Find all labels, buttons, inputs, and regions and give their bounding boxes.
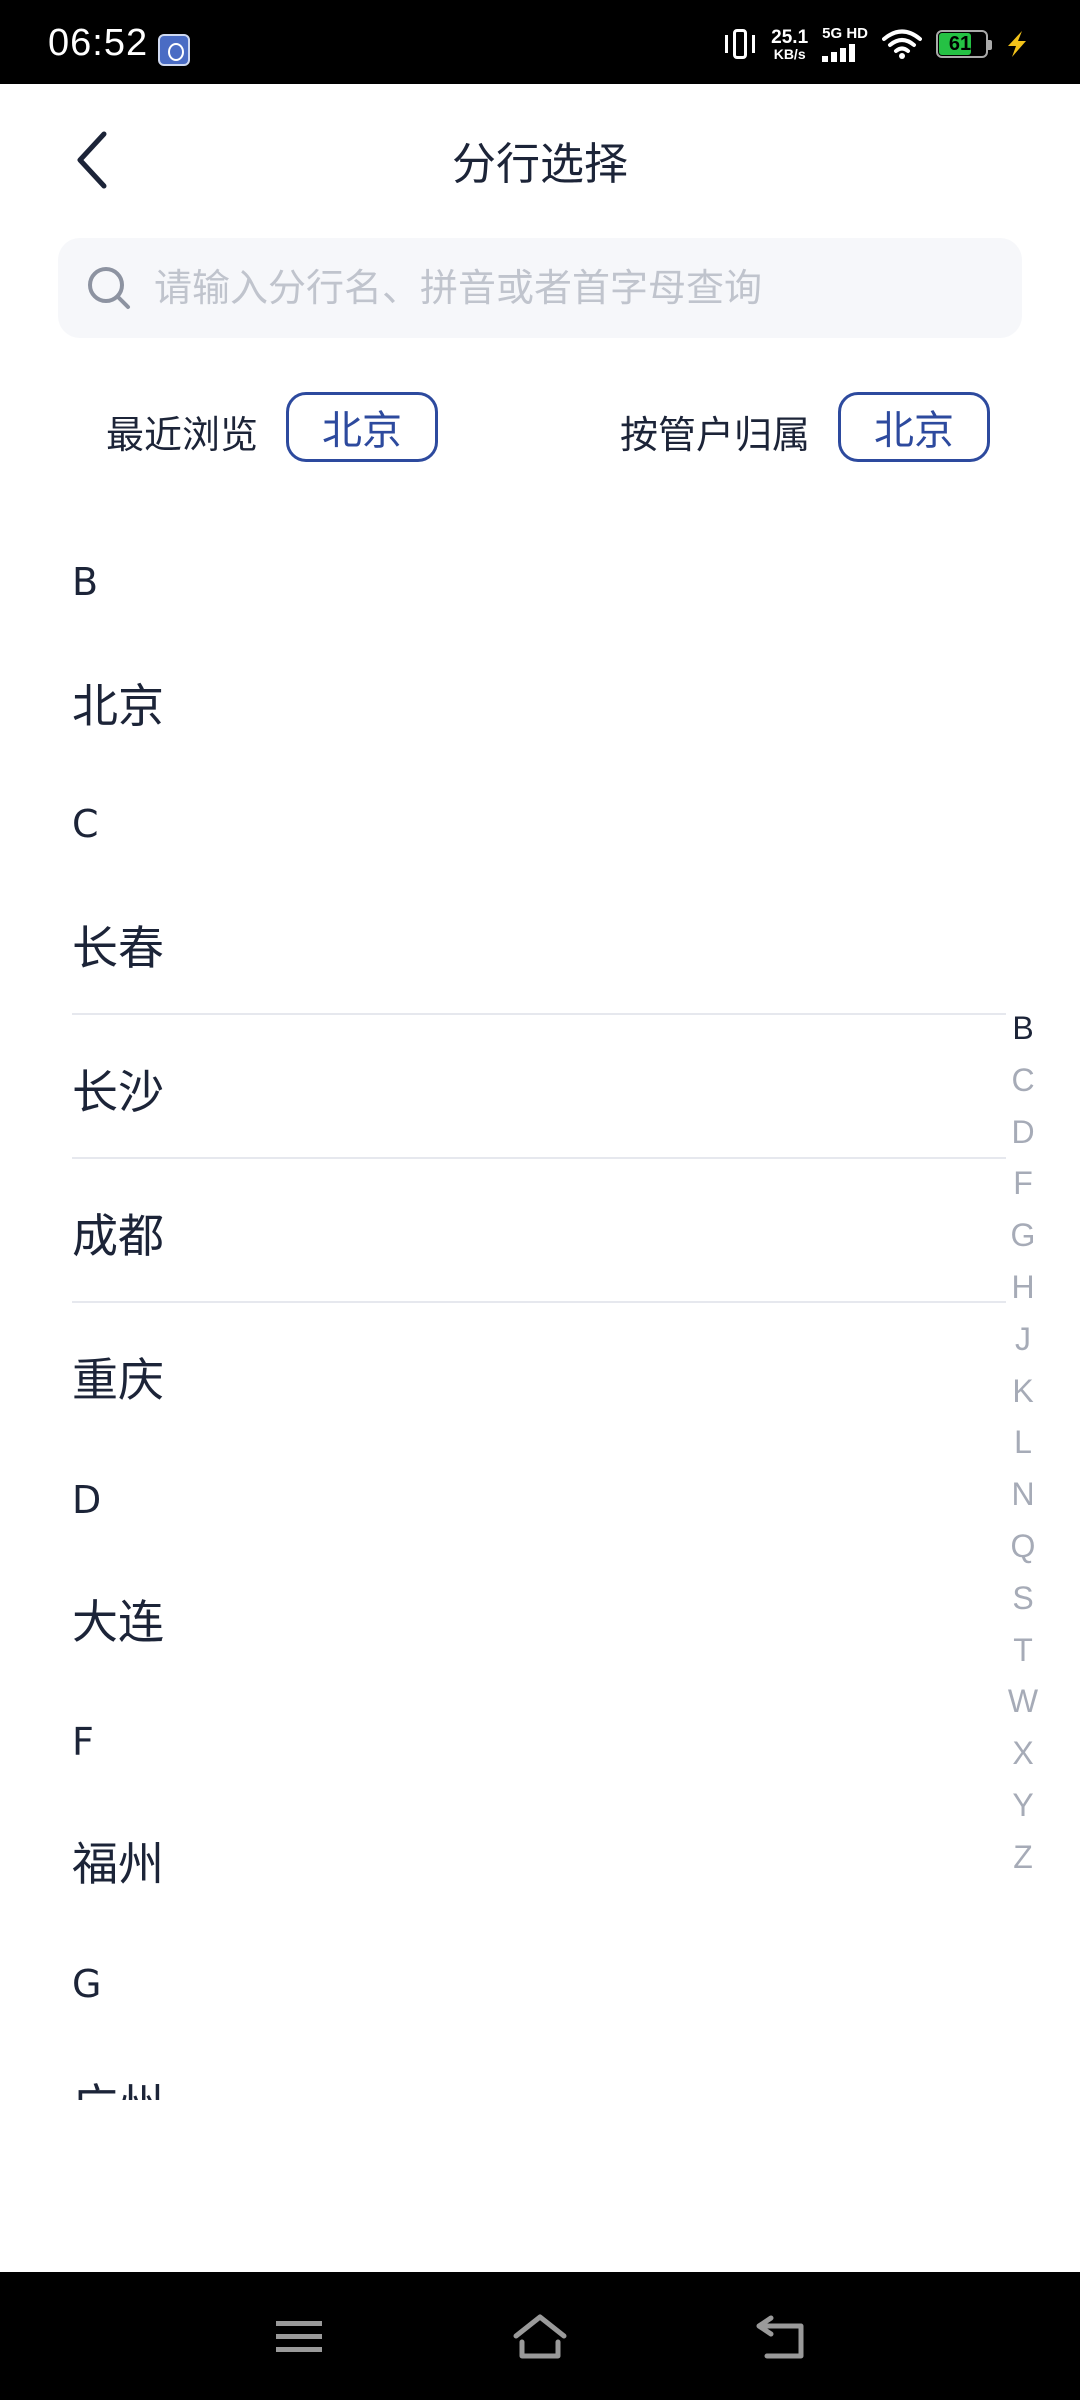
app-notification-icon [158, 34, 190, 66]
list-item[interactable]: 福州 [72, 1828, 164, 1894]
divider [72, 1301, 1006, 1303]
divider [72, 1013, 1006, 1015]
wifi-icon [882, 29, 922, 59]
index-letter-w[interactable]: W [998, 1675, 1048, 1727]
signal-icon: 5G HD [822, 26, 868, 62]
search-icon [88, 267, 130, 309]
return-icon [756, 2315, 804, 2359]
index-letter-q[interactable]: Q [998, 1520, 1048, 1572]
network-speed-unit: KB/s [773, 45, 806, 62]
index-letter-y[interactable]: Y [998, 1779, 1048, 1831]
section-header-g: G [72, 1962, 102, 2006]
list-item[interactable]: 成都 [72, 1200, 164, 1266]
page-title: 分行选择 [452, 139, 628, 190]
back-nav-button[interactable] [746, 2302, 816, 2372]
index-letter-d[interactable]: D [998, 1106, 1048, 1158]
search-box[interactable] [58, 238, 1022, 338]
list-item[interactable]: 长沙 [72, 1056, 164, 1122]
search-input[interactable] [154, 266, 1022, 310]
status-time: 06:52 [48, 22, 149, 64]
index-letter-z[interactable]: Z [998, 1831, 1048, 1883]
network-speed: 25.1 KB/s [771, 28, 808, 61]
divider [72, 1157, 1006, 1159]
index-letter-k[interactable]: K [998, 1365, 1048, 1417]
alphabet-index[interactable]: B C D F G H J K L N Q S T W X Y Z [998, 1002, 1048, 1883]
status-indicators: 25.1 KB/s 5G HD 61 [723, 24, 1032, 64]
index-letter-l[interactable]: L [998, 1416, 1048, 1468]
vibrate-icon [723, 27, 757, 61]
section-header-b: B [72, 560, 99, 604]
index-letter-h[interactable]: H [998, 1261, 1048, 1313]
index-letter-s[interactable]: S [998, 1572, 1048, 1624]
index-letter-b[interactable]: B [998, 1002, 1048, 1054]
owner-chip[interactable]: 北京 [838, 392, 990, 462]
index-letter-j[interactable]: J [998, 1313, 1048, 1365]
network-speed-value: 25.1 [771, 26, 809, 48]
section-header-d: D [72, 1478, 102, 1522]
recent-label: 最近浏览 [106, 413, 259, 457]
owner-label: 按管户归属 [620, 413, 811, 457]
list-item[interactable]: 重庆 [72, 1344, 164, 1410]
menu-button[interactable] [264, 2302, 334, 2372]
index-letter-n[interactable]: N [998, 1468, 1048, 1520]
home-icon [513, 2314, 567, 2359]
index-letter-c[interactable]: C [998, 1054, 1048, 1106]
list-item[interactable]: 广州 [72, 2070, 164, 2100]
menu-icon [276, 2321, 322, 2352]
battery-level: 61 [948, 33, 972, 55]
list-item[interactable]: 北京 [72, 670, 164, 736]
battery-icon: 61 [936, 30, 992, 58]
index-letter-f[interactable]: F [998, 1157, 1048, 1209]
index-letter-g[interactable]: G [998, 1209, 1048, 1261]
network-type-label: 5G HD [822, 25, 868, 42]
list-item[interactable]: 长春 [72, 912, 164, 978]
quick-filters: 最近浏览 北京 按管户归属 北京 [0, 392, 1080, 468]
recent-chip[interactable]: 北京 [286, 392, 438, 462]
charging-icon [1008, 31, 1026, 57]
list-item[interactable]: 大连 [72, 1586, 164, 1652]
home-button[interactable] [505, 2302, 575, 2372]
index-letter-t[interactable]: T [998, 1624, 1048, 1676]
status-bar: 06:52 25.1 KB/s 5G HD 61 [0, 0, 1080, 84]
header: 分行选择 [0, 84, 1080, 234]
index-letter-x[interactable]: X [998, 1727, 1048, 1779]
branch-list: B 北京 C 长春 长沙 成都 重庆 D 大连 F 福州 G 广州 [0, 520, 1080, 2100]
section-header-c: C [72, 802, 99, 846]
section-header-f: F [72, 1720, 94, 1764]
system-nav-bar [0, 2272, 1080, 2400]
